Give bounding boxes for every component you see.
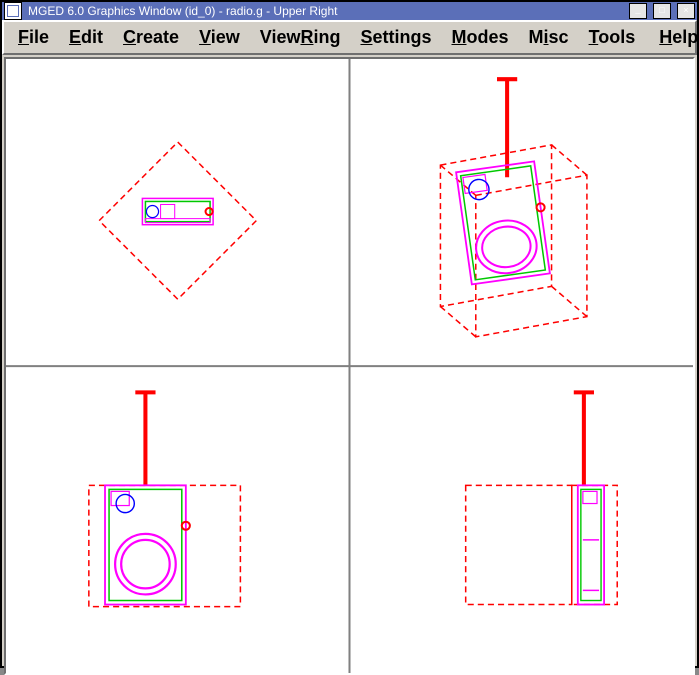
quad-viewport[interactable] [6, 59, 693, 673]
menu-settings[interactable]: Settings [352, 25, 439, 50]
app-window: MGED 6.0 Graphics Window (id_0) - radio.… [0, 0, 699, 668]
menu-modes[interactable]: Modes [444, 25, 517, 50]
menu-file[interactable]: File [10, 25, 57, 50]
pane-front[interactable] [89, 392, 241, 606]
titlebar: MGED 6.0 Graphics Window (id_0) - radio.… [2, 2, 697, 20]
menu-view[interactable]: View [191, 25, 248, 50]
pane-right[interactable] [466, 392, 618, 604]
app-icon [4, 2, 22, 20]
viewport-frame [4, 57, 695, 675]
pane-perspective[interactable] [440, 79, 586, 337]
window-title: MGED 6.0 Graphics Window (id_0) - radio.… [28, 4, 623, 18]
close-button[interactable]: × [677, 3, 695, 19]
menu-misc[interactable]: Misc [521, 25, 577, 50]
menu-viewring[interactable]: ViewRing [252, 25, 349, 50]
pane-top[interactable] [99, 142, 256, 299]
menu-tools[interactable]: Tools [581, 25, 644, 50]
menu-create[interactable]: Create [115, 25, 187, 50]
menubar: FileEditCreateViewViewRingSettingsModesM… [2, 20, 697, 55]
minimize-button[interactable]: _ [629, 3, 647, 19]
menu-help[interactable]: Help [651, 25, 699, 50]
menu-edit[interactable]: Edit [61, 25, 111, 50]
maximize-button[interactable]: □ [653, 3, 671, 19]
